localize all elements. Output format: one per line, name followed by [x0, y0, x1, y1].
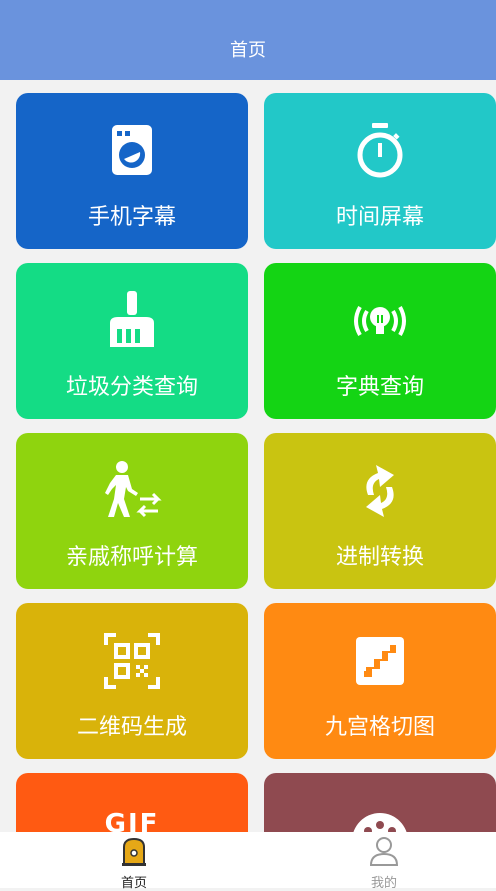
tile-base-conversion[interactable]: 进制转换 [264, 433, 496, 589]
tile-dictionary-query[interactable]: 字典查询 [264, 263, 496, 419]
tile-label: 手机字幕 [87, 205, 176, 230]
tile-label: 九宫格切图 [324, 715, 435, 740]
tab-mine-label: 我的 [370, 876, 397, 891]
tile-label: 字典查询 [335, 375, 424, 400]
bottom-tab-bar: 首页 我的 [0, 832, 496, 891]
tile-palette[interactable] [264, 773, 496, 832]
page-title: 首页 [230, 40, 266, 61]
broom-icon [100, 289, 164, 353]
tab-mine[interactable]: 我的 [334, 832, 434, 891]
tile-phone-subtitle[interactable]: 手机字幕 [16, 93, 248, 249]
lightbulb-signal-icon [348, 289, 412, 353]
tile-label: 时间屏幕 [335, 205, 424, 230]
tile-qr-generator[interactable]: 二维码生成 [16, 603, 248, 759]
stopwatch-icon [348, 119, 412, 183]
tile-label: 亲戚称呼计算 [65, 545, 198, 570]
stairs-icon [348, 629, 412, 693]
washing-machine-icon [100, 119, 164, 183]
walking-person-arrows-icon [100, 459, 164, 523]
tile-label: 进制转换 [335, 545, 424, 570]
tab-home-label: 首页 [120, 876, 147, 891]
home-icon [118, 835, 150, 867]
tile-label: 二维码生成 [76, 715, 187, 740]
palette-icon [348, 799, 412, 832]
qr-code-icon [100, 629, 164, 693]
tile-grid-image-cut[interactable]: 九宫格切图 [264, 603, 496, 759]
feature-grid: 手机字幕 时间屏幕 垃圾分类查询 字典查询 亲戚称呼计算 进制转换 二维码生成 … [0, 80, 496, 832]
user-icon [368, 835, 400, 867]
tile-garbage-sorting[interactable]: 垃圾分类查询 [16, 263, 248, 419]
top-header: 首页 [0, 0, 496, 80]
tab-home[interactable]: 首页 [84, 832, 184, 891]
tile-time-screen[interactable]: 时间屏幕 [264, 93, 496, 249]
tile-relative-calculator[interactable]: 亲戚称呼计算 [16, 433, 248, 589]
gif-icon: GIF [104, 809, 160, 832]
tile-gif[interactable]: GIF [16, 773, 248, 832]
swap-arrows-icon [348, 459, 412, 523]
tile-label: 垃圾分类查询 [65, 375, 198, 400]
